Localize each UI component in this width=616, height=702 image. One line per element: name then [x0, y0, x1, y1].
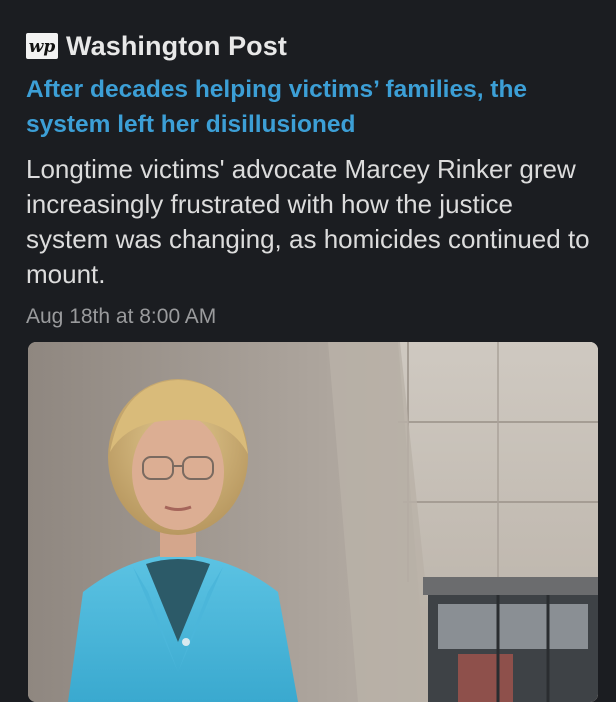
source-row: wp Washington Post: [26, 30, 287, 62]
source-name[interactable]: Washington Post: [66, 31, 287, 62]
article-timestamp: Aug 18th at 8:00 AM: [26, 305, 217, 328]
washington-post-logo-icon: wp: [26, 33, 58, 59]
article-photo[interactable]: [28, 342, 598, 702]
link-preview-card: wp Washington Post After decades helping…: [0, 0, 616, 702]
article-description: Longtime victims' advocate Marcey Rinker…: [26, 154, 590, 289]
svg-text:wp: wp: [29, 37, 56, 57]
article-headline-link[interactable]: After decades helping victims’ families,…: [26, 72, 601, 142]
